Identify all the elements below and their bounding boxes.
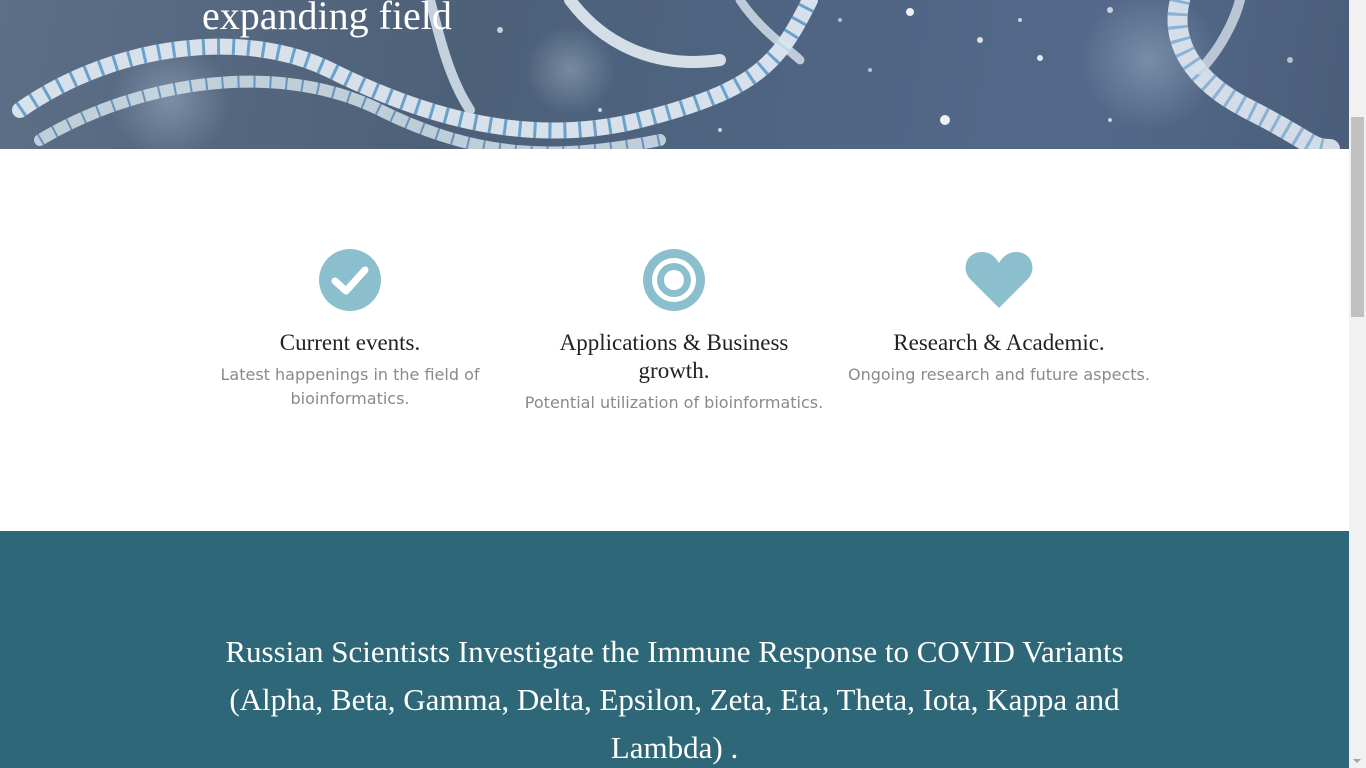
news-headline-link[interactable]: Russian Scientists Investigate the Immun… [200,628,1149,768]
feature-description: Ongoing research and future aspects. [848,365,1150,384]
scroll-down-arrow-icon[interactable] [1353,759,1361,763]
feature-applications-business: Applications & Business growth. Potentia… [519,248,829,415]
feature-research-academic: Research & Academic. Ongoing research an… [844,248,1154,387]
feature-title: Current events. [279,330,421,355]
feature-description: Latest happenings in the field of bioinf… [220,365,480,408]
feature-title: Applications & Business growth. [559,330,789,383]
check-circle-icon [195,248,505,312]
heart-icon [844,248,1154,312]
scrollbar-thumb[interactable] [1351,117,1364,317]
feature-description: Potential utilization of bioinformatics. [524,393,824,412]
features-section: Current events. Latest happenings in the… [0,149,1349,531]
feature-title: Research & Academic. [893,330,1105,355]
target-icon [519,248,829,312]
news-section: Russian Scientists Investigate the Immun… [0,531,1349,768]
feature-current-events: Current events. Latest happenings in the… [195,248,505,411]
hero-banner: expanding field [0,0,1349,149]
hero-title: expanding field [202,0,452,38]
page: expanding field Current events. Latest h… [0,0,1366,768]
vertical-scrollbar[interactable] [1349,0,1366,768]
